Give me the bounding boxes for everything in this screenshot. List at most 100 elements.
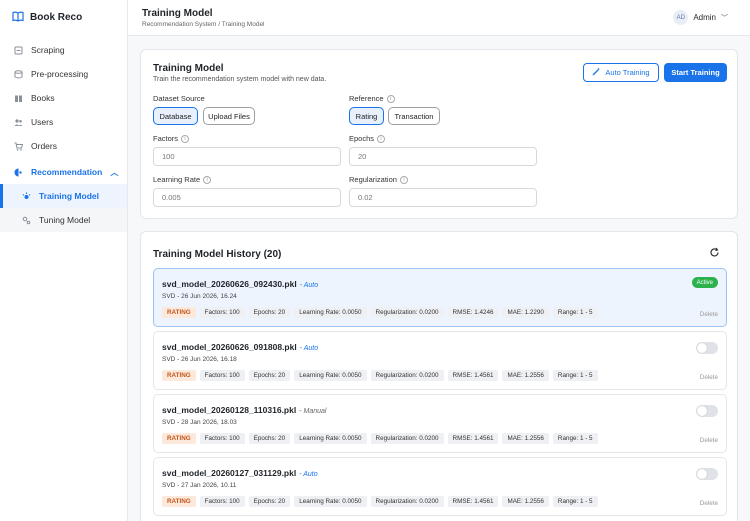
- breadcrumb-separator: /: [218, 21, 221, 28]
- sidebar-item-label: Tuning Model: [39, 215, 91, 225]
- tuning-icon: [22, 216, 31, 225]
- tag-regularization: Regularization: 0.0200: [370, 307, 444, 318]
- brand[interactable]: Book Reco: [0, 0, 127, 34]
- cart-icon: [14, 142, 23, 151]
- delete-button[interactable]: Delete: [700, 437, 718, 444]
- tag-range: Range: 1 - 5: [552, 370, 598, 381]
- breadcrumb-item[interactable]: Recommendation System: [142, 21, 216, 28]
- sidebar-item-label: Orders: [31, 141, 57, 151]
- training-icon: [22, 192, 31, 201]
- learning-rate-input[interactable]: [153, 188, 341, 207]
- delete-button[interactable]: Delete: [700, 500, 718, 507]
- sidebar-item-orders[interactable]: Orders: [0, 134, 127, 158]
- tag-regularization: Regularization: 0.0200: [370, 496, 444, 507]
- info-icon[interactable]: i: [181, 134, 190, 143]
- sidebar-item-training-model[interactable]: Training Model: [0, 184, 127, 208]
- sidebar-item-label: Scraping: [31, 45, 65, 55]
- dataset-database-option[interactable]: Database: [153, 107, 198, 125]
- model-meta: SVD - 26 Jun 2026, 16.18: [162, 356, 237, 363]
- chevron-up-icon[interactable]: ︿: [110, 167, 118, 178]
- tag-regularization: Regularization: 0.0200: [370, 433, 444, 444]
- tag-epochs: Epochs: 20: [248, 496, 291, 507]
- auto-training-button[interactable]: Auto Training: [583, 63, 659, 82]
- tag-mae: MAE: 1.2290: [502, 307, 549, 318]
- history-row[interactable]: svd_model_20260127_031129.pkl - Auto SVD …: [153, 457, 727, 516]
- model-name: svd_model_20260128_110316.pkl - Manual: [162, 405, 326, 415]
- tag-mae: MAE: 1.2556: [502, 496, 549, 507]
- user-name: Admin: [693, 13, 716, 22]
- epochs-label: Epochs i: [349, 134, 386, 143]
- factors-label-text: Factors: [153, 134, 179, 143]
- tag-epochs: Epochs: 20: [248, 370, 291, 381]
- epochs-input[interactable]: [349, 147, 537, 166]
- magic-wand-icon: [592, 67, 601, 78]
- dataset-upload-option[interactable]: Upload Files: [203, 107, 255, 125]
- model-mode: - Auto: [299, 471, 318, 478]
- history-card: Training Model History (20) svd_model_20…: [140, 231, 738, 521]
- learning-rate-label-text: Learning Rate: [153, 175, 201, 184]
- model-mode: - Auto: [299, 345, 319, 352]
- info-icon[interactable]: i: [203, 175, 212, 184]
- sidebar-item-books[interactable]: Books: [0, 86, 127, 110]
- chevron-down-icon: ﹀: [721, 14, 728, 22]
- sidebar-item-label: Books: [31, 93, 55, 103]
- user-menu[interactable]: AD Admin ﹀: [673, 10, 728, 25]
- tag-reference: RATING: [162, 370, 196, 381]
- tag-range: Range: 1 - 5: [552, 496, 598, 507]
- model-mode: - Auto: [299, 282, 319, 289]
- model-name: svd_model_20260127_031129.pkl - Auto: [162, 468, 318, 478]
- info-icon[interactable]: i: [377, 134, 386, 143]
- model-name: svd_model_20260626_091808.pkl - Auto: [162, 342, 318, 352]
- page-title: Training Model: [142, 8, 213, 19]
- sidebar-item-scraping[interactable]: Scraping: [0, 38, 127, 62]
- regularization-label: Regularization i: [349, 175, 408, 184]
- activate-toggle[interactable]: [696, 468, 718, 480]
- activate-toggle[interactable]: [696, 342, 718, 354]
- tag-range: Range: 1 - 5: [552, 433, 598, 444]
- start-training-button[interactable]: Start Training: [664, 63, 727, 82]
- sidebar-section-recommendation[interactable]: Recommendation ︿: [0, 160, 127, 184]
- delete-button[interactable]: Delete: [700, 374, 718, 381]
- model-mode: - Manual: [299, 408, 327, 415]
- avatar: AD: [673, 10, 689, 25]
- sidebar-section-label: Recommendation: [31, 167, 103, 177]
- recommendation-icon: [14, 168, 23, 177]
- model-tags: RATING Factors: 100 Epochs: 20 Learning …: [162, 433, 598, 444]
- book-icon: [14, 94, 23, 103]
- info-icon[interactable]: i: [386, 94, 395, 103]
- tag-epochs: Epochs: 20: [248, 433, 291, 444]
- delete-button[interactable]: Delete: [700, 311, 718, 318]
- tag-regularization: Regularization: 0.0200: [370, 370, 444, 381]
- regularization-input[interactable]: [349, 188, 537, 207]
- sidebar-item-tuning-model[interactable]: Tuning Model: [0, 208, 127, 232]
- model-meta: SVD - 28 Jan 2026, 18.03: [162, 419, 237, 426]
- model-tags: RATING Factors: 100 Epochs: 20 Learning …: [162, 307, 598, 318]
- reference-transaction-option[interactable]: Transaction: [388, 107, 440, 125]
- refresh-icon[interactable]: [709, 247, 720, 261]
- sidebar-item-users[interactable]: Users: [0, 110, 127, 134]
- history-row[interactable]: svd_model_20260626_091808.pkl - Auto SVD …: [153, 331, 727, 390]
- sidebar-subgroup: Training Model Tuning Model: [0, 184, 127, 232]
- reference-rating-option[interactable]: Rating: [349, 107, 384, 125]
- factors-input[interactable]: [153, 147, 341, 166]
- model-meta: SVD - 27 Jan 2026, 10.11: [162, 482, 237, 489]
- dataset-source-label-text: Dataset Source: [153, 94, 205, 103]
- breadcrumb-item[interactable]: Training Model: [222, 21, 265, 28]
- reference-label-text: Reference: [349, 94, 384, 103]
- epochs-label-text: Epochs: [349, 134, 375, 143]
- history-row[interactable]: svd_model_20260626_092430.pkl - Auto SVD …: [153, 268, 727, 327]
- factors-label: Factors i: [153, 134, 190, 143]
- model-filename: svd_model_20260127_031129.pkl: [162, 468, 297, 478]
- activate-toggle[interactable]: [696, 405, 718, 417]
- tag-learning-rate: Learning Rate: 0.0050: [294, 496, 367, 507]
- model-filename: svd_model_20260626_091808.pkl: [162, 342, 297, 352]
- sidebar-nav: Scraping Pre-processing Books Users Orde…: [0, 38, 127, 232]
- info-icon[interactable]: i: [399, 175, 408, 184]
- history-row[interactable]: svd_model_20260128_110316.pkl - Manual SV…: [153, 394, 727, 453]
- tag-rmse: RMSE: 1.4561: [447, 496, 499, 507]
- sidebar-item-label: Training Model: [39, 191, 99, 201]
- book-logo-icon: [12, 11, 24, 24]
- sidebar-item-preprocessing[interactable]: Pre-processing: [0, 62, 127, 86]
- tag-reference: RATING: [162, 433, 196, 444]
- users-icon: [14, 118, 23, 127]
